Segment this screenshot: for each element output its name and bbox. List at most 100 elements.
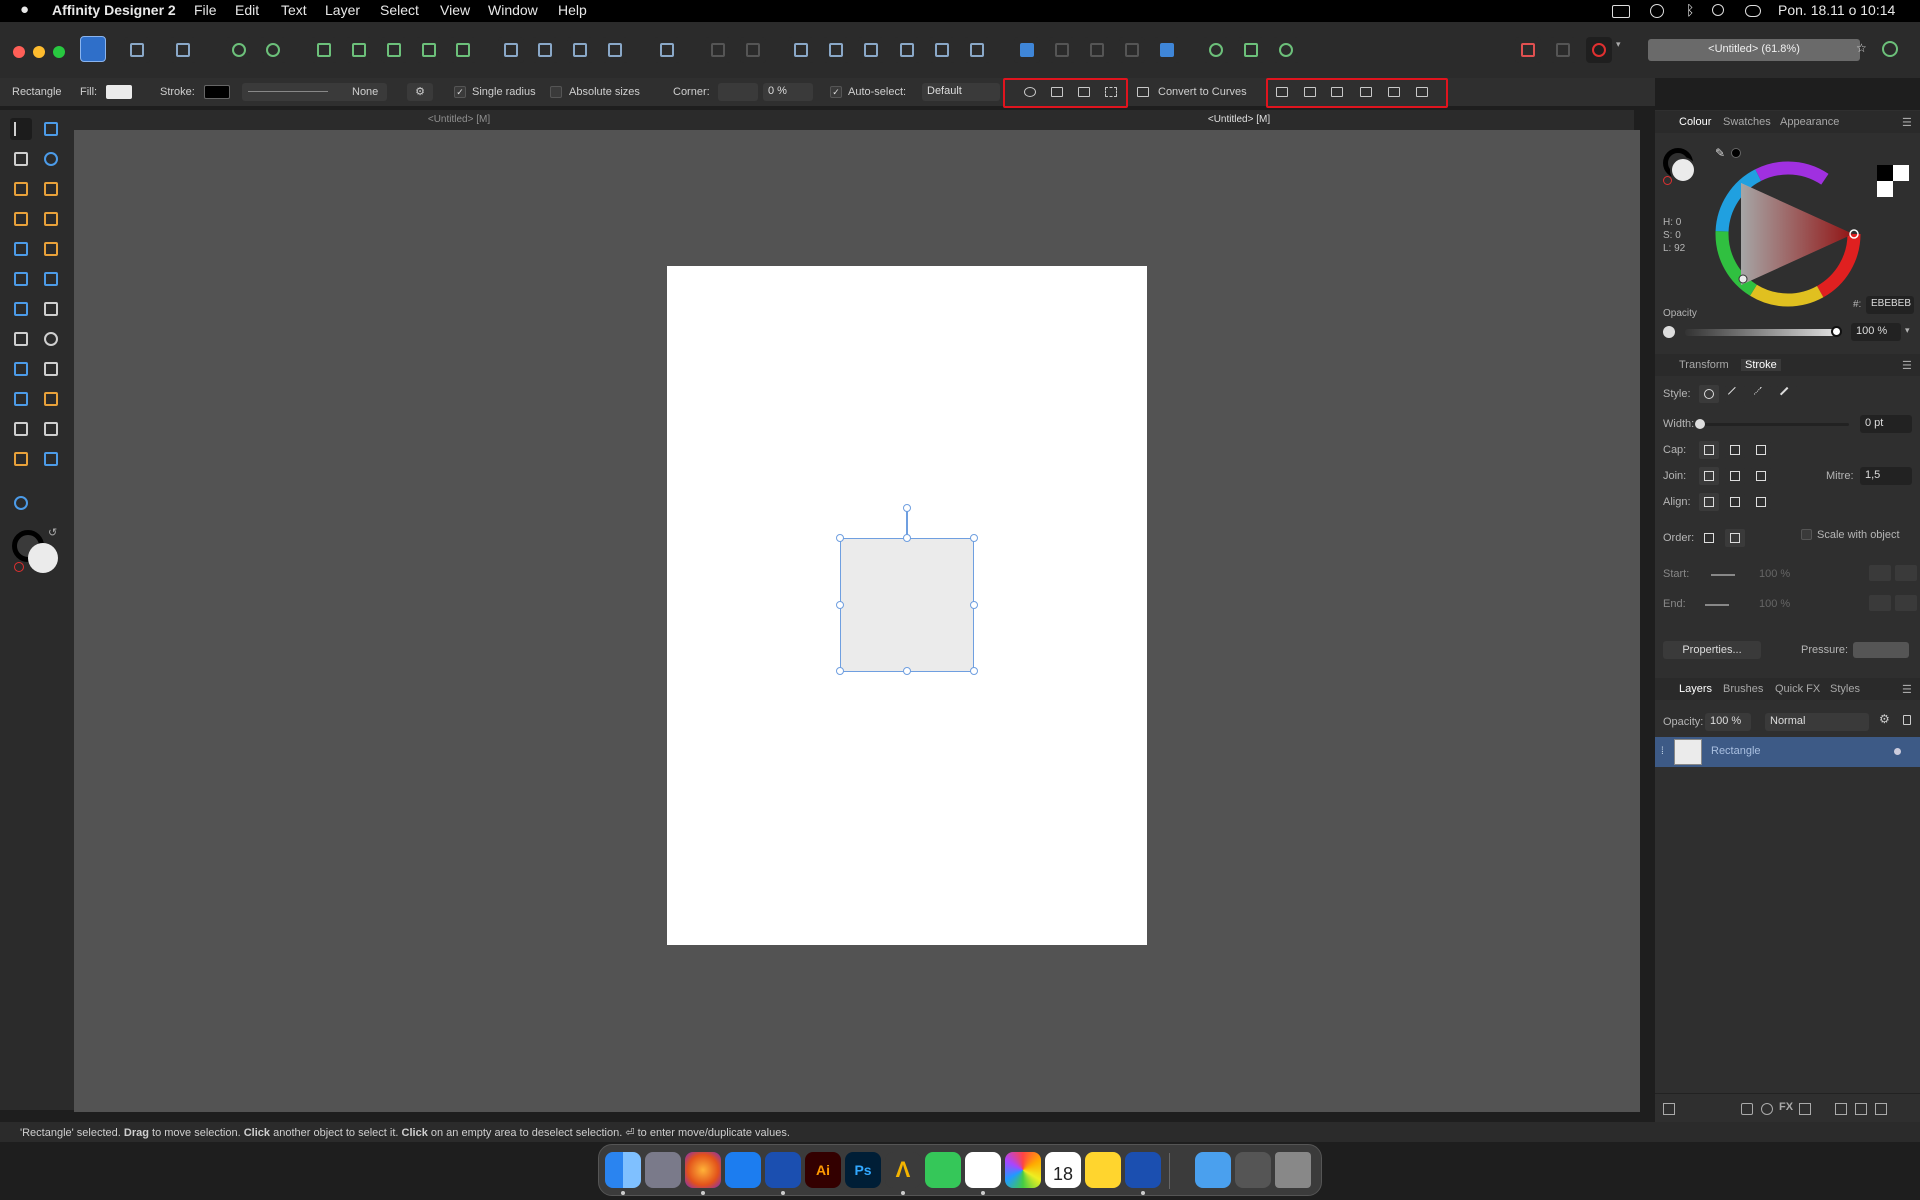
auto-select-dropdown[interactable]: Default: [922, 83, 1000, 101]
trash-icon[interactable]: [1275, 1152, 1311, 1188]
zoom-tool-icon[interactable]: [10, 492, 32, 514]
transform-origin-icon[interactable]: [1020, 82, 1040, 102]
end-arrowhead-preview[interactable]: [1705, 604, 1729, 606]
tab-quick-fx[interactable]: Quick FX: [1775, 683, 1820, 695]
stroke-behind-icon[interactable]: [1699, 529, 1719, 547]
panel-no-color-icon[interactable]: [1663, 176, 1672, 185]
handle-right[interactable]: [970, 601, 978, 609]
align-icon[interactable]: [654, 37, 680, 63]
menu-layer[interactable]: Layer: [325, 2, 360, 18]
mask-icon[interactable]: [381, 37, 407, 63]
no-color-icon[interactable]: [14, 562, 24, 572]
constrain-proportions-icon[interactable]: [1074, 82, 1094, 102]
minimize-window-button[interactable]: [33, 46, 45, 58]
tab-colour[interactable]: Colour: [1679, 116, 1711, 128]
eyedropper-picker-icon[interactable]: ✎: [1715, 146, 1725, 160]
snapping-options-icon[interactable]: [1515, 37, 1541, 63]
eyedropper-icon[interactable]: [40, 448, 62, 470]
illustrator-icon[interactable]: Ai: [805, 1152, 841, 1188]
width-slider-thumb[interactable]: [1695, 419, 1705, 429]
single-radius-checkbox[interactable]: ✓: [454, 86, 466, 98]
width-slider[interactable]: [1699, 423, 1849, 426]
tab-document-2[interactable]: <Untitled> [M]: [854, 114, 1624, 125]
texture-line-style-icon[interactable]: [1777, 385, 1797, 403]
fx-layer-icon[interactable]: FX: [1779, 1101, 1793, 1113]
arrowhead-link-button[interactable]: [1869, 595, 1891, 611]
toolbar-align-right-icon[interactable]: [858, 37, 884, 63]
handle-top-right[interactable]: [970, 534, 978, 542]
document-setup-icon[interactable]: [226, 37, 252, 63]
menu-help[interactable]: Help: [558, 2, 587, 18]
fill-color-well[interactable]: [28, 543, 58, 573]
align-right-icon[interactable]: [1327, 82, 1347, 102]
bool-intersect-icon[interactable]: [1084, 37, 1110, 63]
bool-add-icon[interactable]: [1014, 37, 1040, 63]
selected-rectangle[interactable]: [840, 538, 974, 672]
app-menu[interactable]: Affinity Designer 2: [52, 2, 176, 18]
tab-transform[interactable]: Transform: [1679, 359, 1729, 371]
pixel-persona-icon[interactable]: [124, 37, 150, 63]
width-field[interactable]: 0 pt: [1860, 415, 1912, 433]
panel-fill-well[interactable]: [1670, 157, 1696, 183]
opacity-dropdown-chevron-icon[interactable]: ▾: [1905, 325, 1910, 336]
align-center-icon[interactable]: [1300, 82, 1320, 102]
fill-swatch[interactable]: [106, 85, 132, 99]
clock[interactable]: Pon. 18.11 o 10:14: [1778, 2, 1895, 18]
handle-left[interactable]: [836, 601, 844, 609]
menu-view[interactable]: View: [440, 2, 470, 18]
downloads-folder-icon[interactable]: [1195, 1152, 1231, 1188]
control-center-icon[interactable]: [1745, 5, 1761, 17]
photoshop-icon[interactable]: Ps: [845, 1152, 881, 1188]
artistic-text-icon[interactable]: [10, 418, 32, 440]
round-join-icon[interactable]: [1725, 467, 1745, 485]
align-bottom-icon[interactable]: [1412, 82, 1432, 102]
gear-icon[interactable]: ⚙: [407, 83, 433, 101]
properties-button[interactable]: Properties...: [1663, 641, 1761, 659]
toolbar-align-top-icon[interactable]: [894, 37, 920, 63]
align-middle-icon[interactable]: [1384, 82, 1404, 102]
menu-select[interactable]: Select: [380, 2, 419, 18]
guides-icon[interactable]: [1550, 37, 1576, 63]
pressure-graph[interactable]: [1853, 642, 1909, 658]
bluetooth-icon[interactable]: ᛒ: [1686, 2, 1694, 18]
white-swatch[interactable]: [1893, 165, 1909, 181]
arrowhead-swap-button[interactable]: [1895, 565, 1917, 581]
star-tool-icon[interactable]: [40, 358, 62, 380]
finder-icon[interactable]: [605, 1152, 641, 1188]
tab-brushes[interactable]: Brushes: [1723, 683, 1763, 695]
corner-value-field[interactable]: 0 %: [763, 83, 813, 101]
calendar-icon[interactable]: 18: [1045, 1152, 1081, 1188]
table-tool-icon[interactable]: [10, 358, 32, 380]
toolbar-align-bottom-icon[interactable]: [964, 37, 990, 63]
flip-vertical-icon[interactable]: [532, 37, 558, 63]
round-cap-icon[interactable]: [1725, 441, 1745, 459]
rotation-handle[interactable]: [903, 504, 911, 512]
launchpad-icon[interactable]: [645, 1152, 681, 1188]
rotate-left-icon[interactable]: [567, 37, 593, 63]
layer-expand-icon[interactable]: ⁞: [1661, 746, 1664, 757]
layer-row-rectangle[interactable]: ⁞ Rectangle: [1655, 737, 1920, 767]
fx-icon[interactable]: [450, 37, 476, 63]
no-stroke-style-icon[interactable]: [1699, 385, 1719, 403]
stroke-panel-menu-icon[interactable]: ☰: [1902, 359, 1912, 372]
star-icon[interactable]: ☆: [1856, 41, 1867, 55]
place-image-icon[interactable]: [10, 298, 32, 320]
distribute-h-icon[interactable]: [705, 37, 731, 63]
designer-persona-icon[interactable]: [80, 36, 106, 62]
tab-document-1[interactable]: <Untitled> [M]: [74, 114, 844, 125]
stroke-align-center-icon[interactable]: [1699, 493, 1719, 511]
close-window-button[interactable]: [13, 46, 25, 58]
tab-appearance[interactable]: Appearance: [1780, 116, 1839, 128]
convert-to-curves-button[interactable]: Convert to Curves: [1158, 86, 1247, 98]
handle-bottom-right[interactable]: [970, 667, 978, 675]
panel-menu-icon[interactable]: ☰: [1902, 116, 1912, 129]
start-arrowhead-preview[interactable]: [1711, 574, 1735, 576]
layer-visibility-dot[interactable]: [1894, 748, 1901, 755]
tab-styles[interactable]: Styles: [1830, 683, 1860, 695]
account-icon[interactable]: [1882, 41, 1898, 57]
notes-icon[interactable]: [1085, 1152, 1121, 1188]
screenshots-stack-icon[interactable]: [1235, 1152, 1271, 1188]
tab-stroke[interactable]: Stroke: [1741, 359, 1781, 371]
slack-icon[interactable]: [965, 1152, 1001, 1188]
safari-icon[interactable]: [725, 1152, 761, 1188]
